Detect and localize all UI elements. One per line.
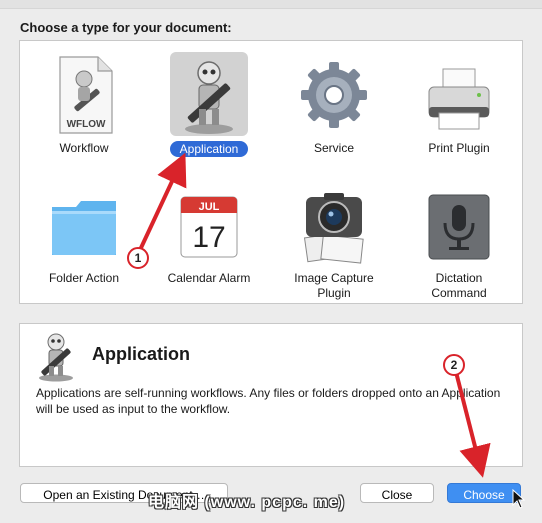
watermark: 电脑网 (www. pcpc. me) [148, 494, 346, 511]
arrow-to-application [138, 152, 187, 251]
mouse-pointer-icon [512, 489, 526, 509]
annotation-arrows [138, 152, 491, 478]
callout-step-1: 1 [127, 247, 149, 269]
arrow-to-choose [454, 371, 491, 478]
callout-step-2: 2 [443, 354, 465, 376]
